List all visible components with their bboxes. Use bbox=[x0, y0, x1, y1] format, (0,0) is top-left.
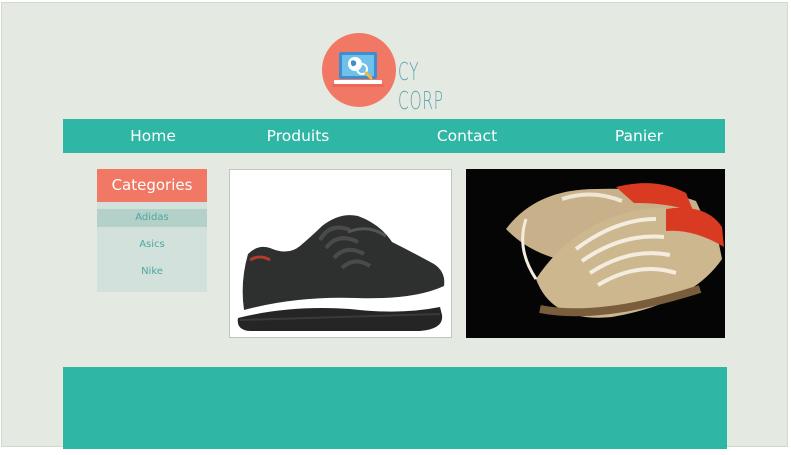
product-card-1[interactable] bbox=[229, 169, 452, 338]
category-asics[interactable]: Asics bbox=[97, 236, 207, 254]
nav-home[interactable]: Home bbox=[113, 119, 193, 153]
category-nike[interactable]: Nike bbox=[97, 263, 207, 281]
footer-bar bbox=[63, 367, 727, 449]
page-canvas: CY CORP Home Produits Contact Panier Cat… bbox=[1, 2, 788, 449]
main-nav: Home Produits Contact Panier bbox=[63, 119, 725, 153]
brand-logo[interactable]: CY CORP bbox=[322, 33, 482, 115]
laptop-search-icon bbox=[322, 33, 396, 107]
category-adidas[interactable]: Adidas bbox=[97, 209, 207, 227]
categories-title: Categories bbox=[97, 169, 207, 202]
nav-panier[interactable]: Panier bbox=[598, 119, 680, 153]
nav-produits[interactable]: Produits bbox=[253, 119, 343, 153]
black-sneaker-photo bbox=[237, 215, 445, 331]
brand-name: CY CORP bbox=[398, 57, 444, 115]
nav-contact[interactable]: Contact bbox=[423, 119, 511, 153]
product-card-2[interactable] bbox=[466, 169, 725, 338]
tan-sneakers-photo bbox=[506, 183, 724, 318]
categories-sidebar: Categories Adidas Asics Nike bbox=[97, 169, 207, 292]
